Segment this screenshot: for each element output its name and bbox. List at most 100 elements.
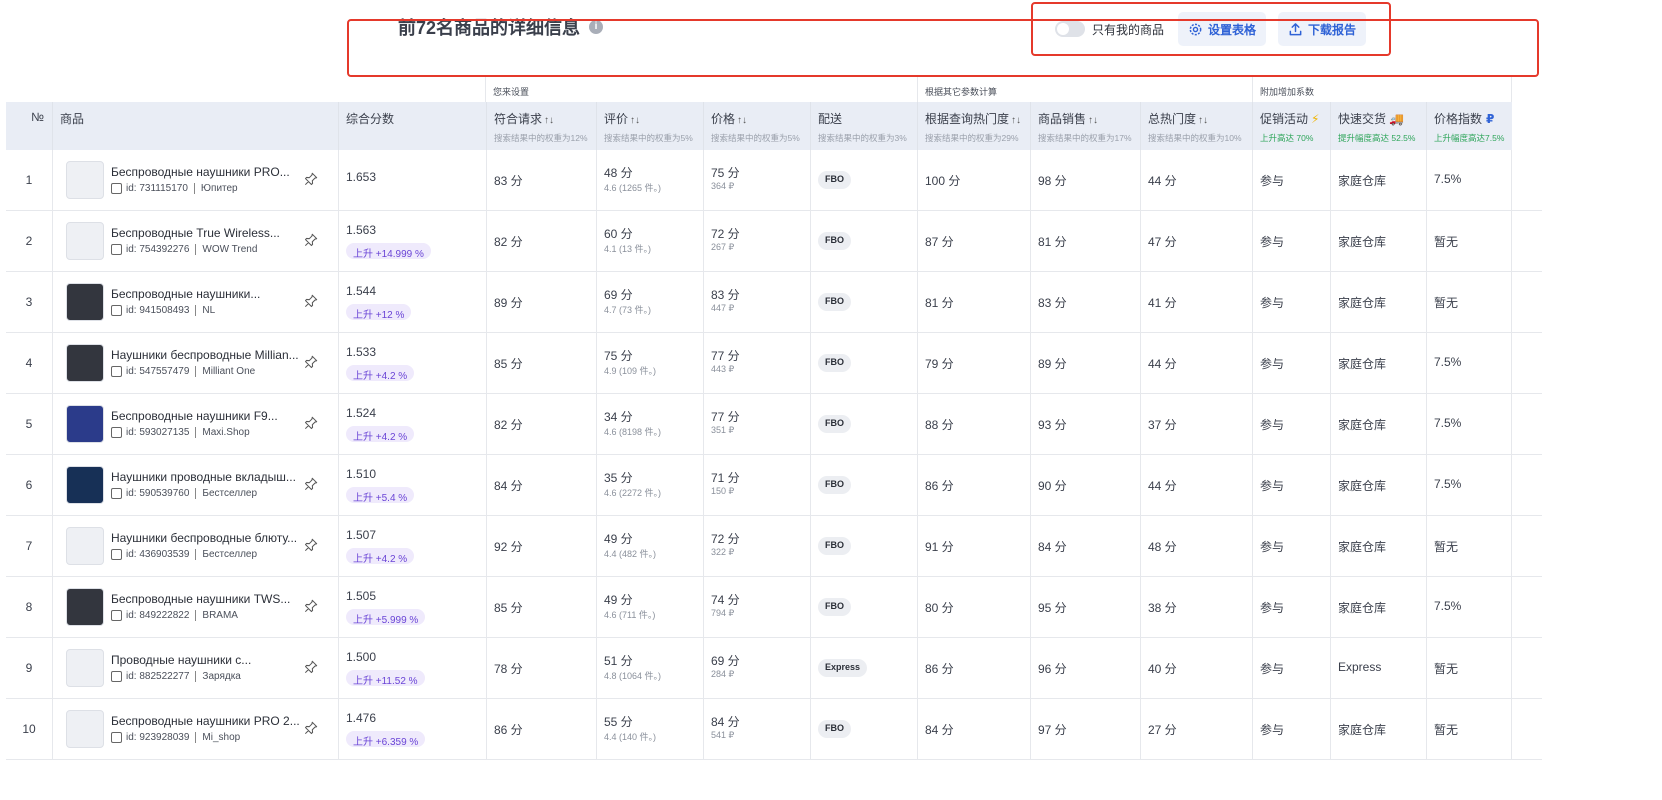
copy-icon[interactable] <box>111 671 122 682</box>
match-value: 82 分 <box>494 235 523 249</box>
col-header-price[interactable]: 价格 ↑↓ 搜索结果中的权重为5% <box>703 102 810 150</box>
product-id: id: 590539760 <box>126 488 190 499</box>
copy-icon[interactable] <box>111 549 122 560</box>
rating-cell: 48 分 4.6 (1265 件。) <box>596 150 703 211</box>
fast-delivery-cell: Express <box>1330 638 1426 699</box>
product-thumbnail[interactable] <box>66 466 104 504</box>
product-thumbnail[interactable] <box>66 588 104 626</box>
table-row[interactable]: 8 Беспроводные наушники TWS... id: 84922… <box>6 577 1542 638</box>
sort-icon[interactable]: ↑↓ <box>1011 115 1021 126</box>
pin-icon[interactable] <box>304 294 318 308</box>
product-thumbnail[interactable] <box>66 405 104 443</box>
product-name[interactable]: Беспроводные наушники PRO... <box>111 165 306 179</box>
product-name[interactable]: Наушники беспроводные блюту... <box>111 531 306 545</box>
match-value: 85 分 <box>494 357 523 371</box>
my-products-toggle[interactable] <box>1055 21 1085 37</box>
copy-icon[interactable] <box>111 305 122 316</box>
product-thumbnail[interactable] <box>66 527 104 565</box>
sort-icon[interactable]: ↑↓ <box>544 115 554 126</box>
product-name[interactable]: Наушники проводные вкладыш... <box>111 470 306 484</box>
total-popularity-value: 37 分 <box>1148 418 1177 432</box>
fast-delivery-cell: 家庭仓库 <box>1330 394 1426 455</box>
fast-delivery-cell: 家庭仓库 <box>1330 211 1426 272</box>
col-header-promo[interactable]: 促销活动 ⚡ 上升高达 70% <box>1252 102 1330 150</box>
product-cell[interactable]: Наушники проводные вкладыш... id: 590539… <box>52 455 338 516</box>
copy-icon[interactable] <box>111 427 122 438</box>
table-row[interactable]: 4 Наушники беспроводные Millian... id: 5… <box>6 333 1542 394</box>
sort-icon[interactable]: ↑↓ <box>1088 115 1098 126</box>
copy-icon[interactable] <box>111 366 122 377</box>
copy-icon[interactable] <box>111 610 122 621</box>
product-name[interactable]: Беспроводные наушники TWS... <box>111 592 306 606</box>
product-name[interactable]: Проводные наушники с... <box>111 653 306 667</box>
product-cell[interactable]: Беспроводные наушники PRO 2... id: 92392… <box>52 699 338 760</box>
table-row[interactable]: 9 Проводные наушники с... id: 882522277 … <box>6 638 1542 699</box>
table-row[interactable]: 5 Беспроводные наушники F9... id: 593027… <box>6 394 1542 455</box>
pin-icon[interactable] <box>304 538 318 552</box>
product-cell[interactable]: Проводные наушники с... id: 882522277 За… <box>52 638 338 699</box>
info-icon[interactable]: i <box>589 20 604 34</box>
col-header-price-index[interactable]: 价格指数 ₽ 上升幅度高达7.5% <box>1426 102 1512 150</box>
sort-icon[interactable]: ↑↓ <box>630 115 640 126</box>
pin-icon[interactable] <box>304 599 318 613</box>
score-cell: 1.563 上升 +14.999 % <box>338 211 486 272</box>
table-row[interactable]: 6 Наушники проводные вкладыш... id: 5905… <box>6 455 1542 516</box>
product-thumbnail[interactable] <box>66 344 104 382</box>
product-cell[interactable]: Беспроводные наушники TWS... id: 8492228… <box>52 577 338 638</box>
product-thumbnail[interactable] <box>66 222 104 260</box>
total-popularity-value: 48 分 <box>1148 540 1177 554</box>
table-row[interactable]: 7 Наушники беспроводные блюту... id: 436… <box>6 516 1542 577</box>
col-header-total-popularity[interactable]: 总热门度 ↑↓ 搜索结果中的权重为10% <box>1140 102 1252 150</box>
product-thumbnail[interactable] <box>66 710 104 748</box>
pin-icon[interactable] <box>304 233 318 247</box>
copy-icon[interactable] <box>111 488 122 499</box>
pin-icon[interactable] <box>304 416 318 430</box>
product-thumbnail[interactable] <box>66 161 104 199</box>
settings-button[interactable]: 设置表格 <box>1178 12 1267 46</box>
download-report-button[interactable]: 下载报告 <box>1278 12 1367 46</box>
score-cell: 1.505 上升 +5.999 % <box>338 577 486 638</box>
pin-icon[interactable] <box>304 477 318 491</box>
table-row[interactable]: 3 Беспроводные наушники... id: 941508493… <box>6 272 1542 333</box>
col-header-sales[interactable]: 商品销售 ↑↓ 搜索结果中的权重为17% <box>1030 102 1140 150</box>
col-header-product[interactable]: 商品 <box>52 102 338 150</box>
product-name[interactable]: Беспроводные наушники F9... <box>111 409 306 423</box>
copy-icon[interactable] <box>111 183 122 194</box>
row-number: 2 <box>25 234 33 248</box>
pin-icon[interactable] <box>304 172 318 186</box>
pin-icon[interactable] <box>304 355 318 369</box>
product-cell[interactable]: Беспроводные наушники PRO... id: 7311151… <box>52 150 338 211</box>
product-name[interactable]: Наушники беспроводные Millian... <box>111 348 306 362</box>
product-thumbnail[interactable] <box>66 649 104 687</box>
product-cell[interactable]: Наушники беспроводные Millian... id: 547… <box>52 333 338 394</box>
product-name[interactable]: Беспроводные наушники PRO 2... <box>111 714 306 728</box>
product-cell[interactable]: Беспроводные True Wireless... id: 754392… <box>52 211 338 272</box>
pin-icon[interactable] <box>304 660 318 674</box>
table-row[interactable]: 1 Беспроводные наушники PRO... id: 73111… <box>6 150 1542 211</box>
product-cell[interactable]: Беспроводные наушники F9... id: 59302713… <box>52 394 338 455</box>
col-header-fast-delivery[interactable]: 快速交货 🚚 提升幅度高达 52.5% <box>1330 102 1426 150</box>
seller-name: NL <box>202 305 216 316</box>
rating-value: 75 分 <box>604 349 633 363</box>
col-header-rating[interactable]: 评价 ↑↓ 搜索结果中的权重为5% <box>596 102 703 150</box>
col-header-match[interactable]: 符合请求 ↑↓ 搜索结果中的权重为12% <box>486 102 596 150</box>
table-row[interactable]: 2 Беспроводные True Wireless... id: 7543… <box>6 211 1542 272</box>
copy-icon[interactable] <box>111 732 122 743</box>
table-row[interactable]: 10 Беспроводные наушники PRO 2... id: 92… <box>6 699 1542 760</box>
col-header-delivery[interactable]: 配送 搜索结果中的权重为3% <box>810 102 917 150</box>
product-name[interactable]: Беспроводные наушники... <box>111 287 306 301</box>
price-cell: 72 分 322 ₽ <box>703 516 810 577</box>
col-header-query-popularity[interactable]: 根据查询热门度 ↑↓ 搜索结果中的权重为29% <box>917 102 1030 150</box>
product-name[interactable]: Беспроводные True Wireless... <box>111 226 306 240</box>
col-header-score[interactable]: 综合分数 <box>338 102 486 150</box>
pin-icon[interactable] <box>304 721 318 735</box>
row-number: 8 <box>25 600 33 614</box>
sort-icon[interactable]: ↑↓ <box>1198 115 1208 126</box>
product-cell[interactable]: Наушники беспроводные блюту... id: 43690… <box>52 516 338 577</box>
sort-icon[interactable]: ↑↓ <box>737 115 747 126</box>
product-cell[interactable]: Беспроводные наушники... id: 941508493 N… <box>52 272 338 333</box>
price-index-value: 7.5% <box>1434 355 1462 369</box>
copy-icon[interactable] <box>111 244 122 255</box>
product-thumbnail[interactable] <box>66 283 104 321</box>
delivery-badge: FBO <box>818 171 851 189</box>
